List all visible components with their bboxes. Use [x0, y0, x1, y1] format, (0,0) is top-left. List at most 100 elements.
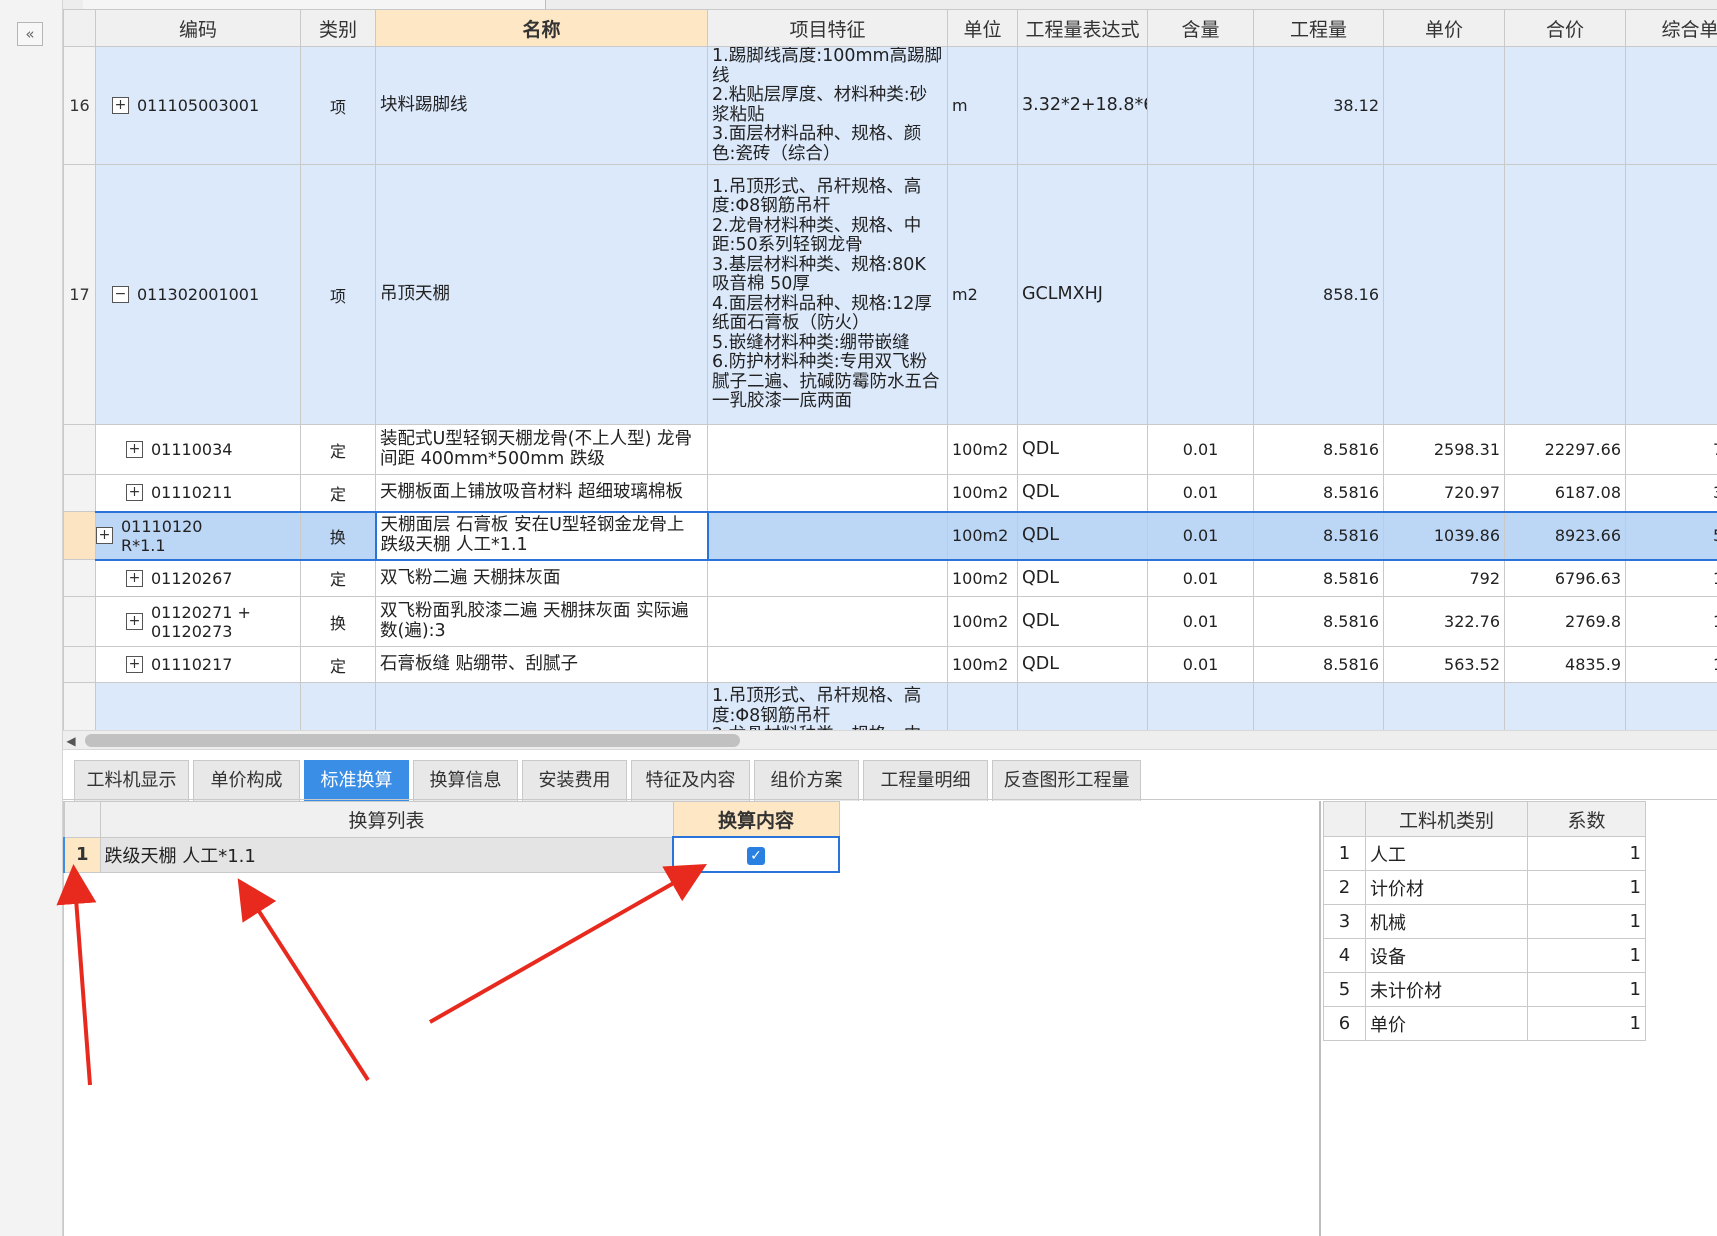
row-name[interactable]: 块料踢脚线	[375, 46, 708, 165]
row-code[interactable]: +01110120 R*1.1	[95, 510, 301, 561]
header-unit-price[interactable]: 综合单价	[1625, 9, 1717, 47]
row-quantity[interactable]: 8.5816	[1253, 424, 1384, 475]
conversion-row-checkbox-cell[interactable]: ✓	[672, 836, 840, 873]
coefficient-row-value[interactable]: 1	[1527, 1006, 1646, 1041]
expand-icon[interactable]: +	[126, 441, 143, 458]
scroll-left-arrow-icon[interactable]: ◀	[63, 733, 79, 749]
row-category[interactable]: 定	[300, 646, 376, 683]
row-spec[interactable]	[707, 424, 948, 475]
row-name[interactable]: 装配式U型轻钢天棚龙骨(不上人型) 龙骨间距 400mm*500mm 跌级	[375, 424, 708, 475]
row-content[interactable]: 0.01	[1147, 424, 1254, 475]
row-price[interactable]: 2598.31	[1383, 424, 1505, 475]
row-name[interactable]: 吊顶天棚	[375, 164, 708, 425]
row-category[interactable]: 换	[300, 596, 376, 647]
row-category[interactable]: 定	[300, 559, 376, 597]
table-row[interactable]: +01110211 定天棚板面上铺放吸音材料 超细玻璃棉板 100m2 QDL 0.01…	[63, 474, 1717, 512]
coefficient-row-value[interactable]: 1	[1527, 836, 1646, 871]
collapse-icon[interactable]: −	[112, 286, 129, 303]
table-row[interactable]: +01120271 + 01120273 换双飞粉面乳胶漆二遍 天棚抹灰面 实际遍…	[63, 596, 1717, 647]
row-unit[interactable]: m	[947, 46, 1018, 165]
row-unit[interactable]: 100m2	[947, 646, 1018, 683]
coefficient-row[interactable]: 3 机械 1	[1323, 904, 1646, 939]
row-price[interactable]	[1383, 164, 1505, 425]
horizontal-scrollbar[interactable]: ◀	[63, 730, 1717, 750]
checkbox-checked-icon[interactable]: ✓	[747, 847, 765, 865]
scrollbar-thumb[interactable]	[85, 734, 740, 747]
expand-icon[interactable]: +	[112, 97, 129, 114]
row-unit-price[interactable]: 5200.6	[1625, 510, 1717, 561]
bottom-tab-7[interactable]: 组价方案	[754, 760, 859, 801]
row-name[interactable]: 双飞粉二遍 天棚抹灰面	[375, 559, 708, 597]
header-total[interactable]: 合价	[1504, 9, 1626, 47]
row-category[interactable]: 定	[300, 474, 376, 512]
row-total[interactable]: 6187.08	[1504, 474, 1626, 512]
header-unit[interactable]: 单位	[947, 9, 1018, 47]
coefficient-row[interactable]: 4 设备 1	[1323, 938, 1646, 973]
coefficient-row[interactable]: 5 未计价材 1	[1323, 972, 1646, 1007]
row-quantity[interactable]: 8.5816	[1253, 646, 1384, 683]
table-row[interactable]: +01120267 定双飞粉二遍 天棚抹灰面 100m2 QDL 0.01 8.5816 7…	[63, 559, 1717, 597]
row-expression[interactable]: QDL	[1017, 510, 1148, 561]
row-code[interactable]: +01110217	[95, 646, 301, 683]
row-spec[interactable]: 1.吊顶形式、吊杆规格、高度:Φ8钢筋吊杆 2.龙骨材料种类、规格、中距:50系…	[707, 164, 948, 425]
row-expression[interactable]: QDL	[1017, 559, 1148, 597]
row-spec[interactable]	[707, 596, 948, 647]
row-unit[interactable]: 100m2	[947, 424, 1018, 475]
row-unit-price[interactable]: 7927.1	[1625, 424, 1717, 475]
row-code[interactable]: +01120267	[95, 559, 301, 597]
header-code[interactable]: 编码	[95, 9, 301, 47]
row-quantity[interactable]: 8.5816	[1253, 559, 1384, 597]
row-category[interactable]: 项	[300, 46, 376, 165]
row-content[interactable]	[1147, 164, 1254, 425]
row-content[interactable]: 0.01	[1147, 596, 1254, 647]
row-category[interactable]: 换	[300, 510, 376, 561]
row-unit-price[interactable]: 3029.1	[1625, 474, 1717, 512]
row-total[interactable]	[1504, 164, 1626, 425]
row-quantity[interactable]: 8.5816	[1253, 596, 1384, 647]
row-unit[interactable]: 100m2	[947, 559, 1018, 597]
header-quantity[interactable]: 工程量	[1253, 9, 1384, 47]
row-total[interactable]: 2769.8	[1504, 596, 1626, 647]
row-unit-price[interactable]: 1266.5	[1625, 646, 1717, 683]
row-spec[interactable]	[707, 510, 948, 561]
row-quantity[interactable]: 8.5816	[1253, 510, 1384, 561]
row-unit[interactable]: 100m2	[947, 596, 1018, 647]
bottom-tab-3[interactable]: 标准换算	[304, 760, 409, 801]
row-unit[interactable]: m2	[947, 164, 1018, 425]
row-price[interactable]: 720.97	[1383, 474, 1505, 512]
row-name[interactable]: 天棚板面上铺放吸音材料 超细玻璃棉板	[375, 474, 708, 512]
row-unit-price[interactable]: 16.6	[1625, 46, 1717, 165]
row-name[interactable]: 石膏板缝 贴绷带、刮腻子	[375, 646, 708, 683]
row-spec[interactable]	[707, 646, 948, 683]
table-row[interactable]: 17−011302001001 项吊顶天棚 1.吊顶形式、吊杆规格、高度:Φ8钢筋吊…	[63, 164, 1717, 425]
expand-icon[interactable]: +	[96, 527, 113, 544]
header-content[interactable]: 含量	[1147, 9, 1254, 47]
coefficient-row-value[interactable]: 1	[1527, 870, 1646, 905]
row-content[interactable]: 0.01	[1147, 510, 1254, 561]
row-quantity[interactable]: 38.12	[1253, 46, 1384, 165]
row-category[interactable]: 定	[300, 424, 376, 475]
row-unit[interactable]: 100m2	[947, 510, 1018, 561]
table-row[interactable]: +01110217 定石膏板缝 贴绷带、刮腻子 100m2 QDL 0.01 8.5816…	[63, 646, 1717, 683]
header-spec[interactable]: 项目特征	[707, 9, 948, 47]
table-row[interactable]: +01110120 R*1.1 换天棚面层 石膏板 安在U型轻钢金龙骨上 跌级天棚…	[63, 510, 1717, 561]
header-category[interactable]: 类别	[300, 9, 376, 47]
row-code[interactable]: +01110034	[95, 424, 301, 475]
row-code[interactable]: +01120271 + 01120273	[95, 596, 301, 647]
expand-icon[interactable]: +	[126, 569, 143, 587]
row-price[interactable]	[1383, 46, 1505, 165]
row-expression[interactable]: QDL	[1017, 646, 1148, 683]
table-row[interactable]: 16 +011105003001 项块料踢脚线 1.踢脚线高度:100mm高踢脚线 2…	[63, 46, 1717, 165]
row-unit-price[interactable]: 205.9	[1625, 164, 1717, 425]
conversion-row-label[interactable]: 跌级天棚 人工*1.1	[99, 836, 674, 873]
double-chevron-left-icon[interactable]: «	[17, 22, 43, 46]
row-spec[interactable]	[707, 474, 948, 512]
bottom-tab-5[interactable]: 安装费用	[522, 760, 627, 801]
row-content[interactable]: 0.01	[1147, 559, 1254, 597]
row-quantity[interactable]: 858.16	[1253, 164, 1384, 425]
row-price[interactable]: 563.52	[1383, 646, 1505, 683]
coefficient-row-value[interactable]: 1	[1527, 904, 1646, 939]
row-unit[interactable]: 100m2	[947, 474, 1018, 512]
bottom-tab-2[interactable]: 单价构成	[193, 760, 300, 801]
row-content[interactable]: 0.01	[1147, 646, 1254, 683]
